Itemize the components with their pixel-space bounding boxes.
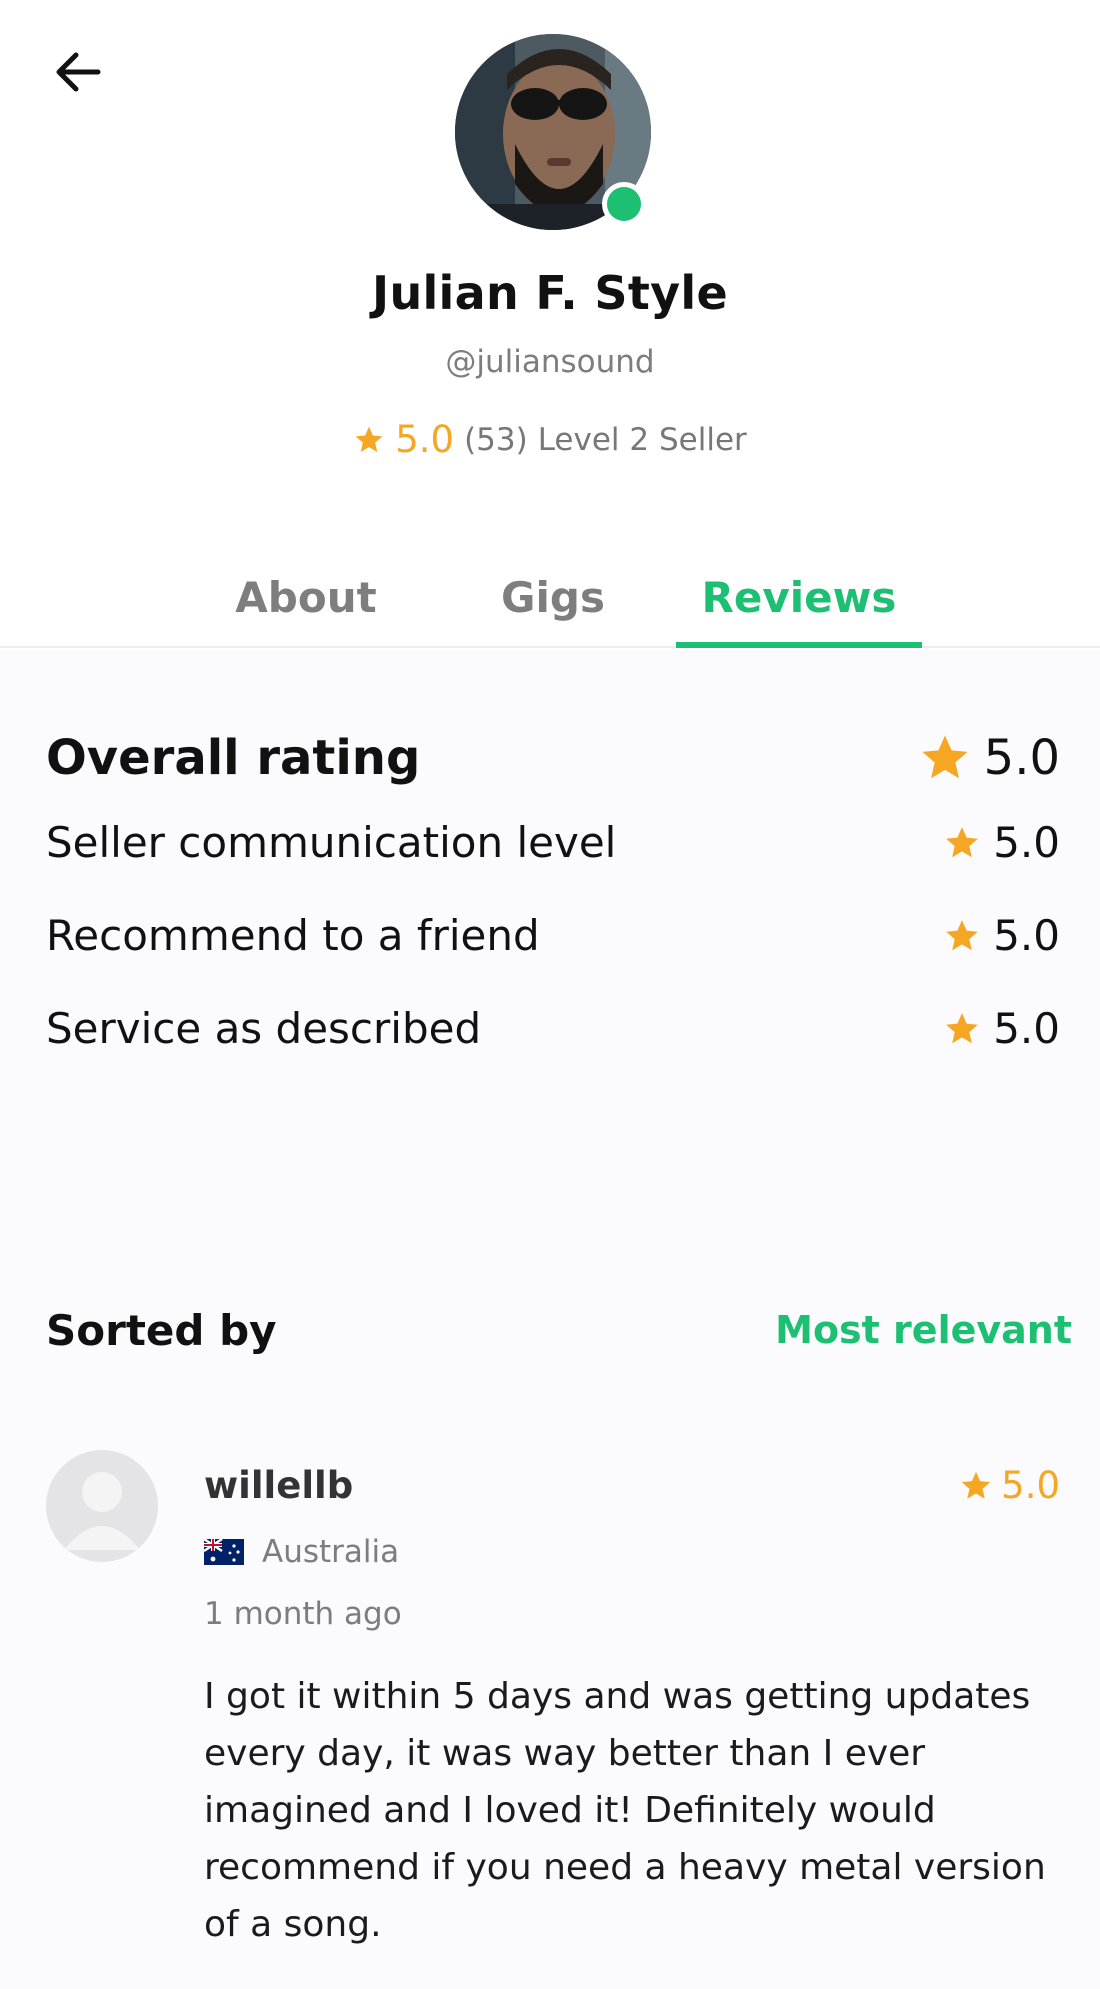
online-status-indicator xyxy=(602,182,646,226)
rating-label: Seller communication level xyxy=(46,818,617,867)
profile-tabs: About Gigs Reviews xyxy=(0,548,1100,648)
review-timestamp: 1 month ago xyxy=(204,1596,402,1632)
rating-row: Recommend to a friend 5.0 xyxy=(46,889,1060,982)
profile-review-count: (53) xyxy=(464,421,528,458)
rating-value: 5.0 xyxy=(993,1004,1060,1053)
profile-avatar-container[interactable] xyxy=(455,34,651,230)
profile-rating-score: 5.0 xyxy=(395,418,455,461)
profile-rating-summary: 5.0 (53) Level 2 Seller xyxy=(0,418,1100,461)
star-icon xyxy=(946,1012,979,1043)
reviewer-username[interactable]: willellb xyxy=(204,1464,353,1507)
seller-level: Level 2 Seller xyxy=(537,421,747,458)
overall-rating-label: Overall rating xyxy=(46,730,421,786)
active-tab-indicator xyxy=(676,642,922,648)
star-icon xyxy=(355,426,383,452)
reviewer-avatar[interactable] xyxy=(46,1450,158,1562)
overall-rating-value: 5.0 xyxy=(983,730,1060,786)
overall-rating-row: Overall rating 5.0 xyxy=(46,720,1060,796)
reviewer-country-name: Australia xyxy=(262,1534,400,1570)
sort-bar: Sorted by Most relevant xyxy=(46,1300,1072,1360)
australia-flag-icon xyxy=(204,1539,244,1565)
reviews-panel: Overall rating 5.0 Seller communication … xyxy=(0,650,1100,1989)
tab-about[interactable]: About xyxy=(206,548,406,646)
profile-page: Julian F. Style @juliansound 5.0 (53) Le… xyxy=(0,0,1100,1989)
profile-handle: @juliansound xyxy=(445,344,655,380)
star-icon xyxy=(961,1471,991,1499)
back-button[interactable] xyxy=(46,40,110,104)
sort-dropdown[interactable]: Most relevant xyxy=(775,1308,1072,1352)
review-rating-value: 5.0 xyxy=(1001,1464,1060,1507)
tab-gigs[interactable]: Gigs xyxy=(468,548,638,646)
star-icon xyxy=(922,735,968,779)
rating-value: 5.0 xyxy=(993,818,1060,867)
arrow-left-icon xyxy=(56,52,101,92)
star-icon xyxy=(946,826,979,857)
reviewer-country: Australia xyxy=(204,1534,399,1570)
review-rating: 5.0 xyxy=(959,1464,1060,1507)
rating-row: Seller communication level 5.0 xyxy=(46,796,1060,889)
profile-header: Julian F. Style @juliansound 5.0 (53) Le… xyxy=(0,0,1100,648)
rating-label: Recommend to a friend xyxy=(46,911,540,960)
rating-breakdown: Overall rating 5.0 Seller communication … xyxy=(46,720,1060,1075)
tab-reviews[interactable]: Reviews xyxy=(676,548,922,646)
star-icon xyxy=(946,919,979,950)
review-text: I got it within 5 days and was getting u… xyxy=(204,1676,1046,1945)
profile-name: Julian F. Style xyxy=(372,266,728,320)
rating-label: Service as described xyxy=(46,1004,482,1053)
rating-row: Service as described 5.0 xyxy=(46,982,1060,1075)
sort-label: Sorted by xyxy=(46,1305,277,1355)
user-placeholder-icon xyxy=(64,1472,140,1550)
rating-value: 5.0 xyxy=(993,911,1060,960)
